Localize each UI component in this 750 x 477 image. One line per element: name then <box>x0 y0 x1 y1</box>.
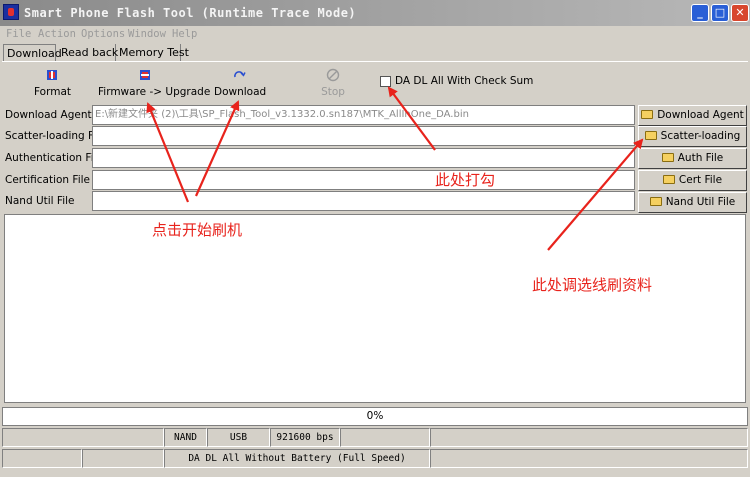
auth-file-button-label: Auth File <box>677 152 724 164</box>
format-button[interactable]: Format <box>34 68 72 98</box>
nand-util-label: Nand Util File <box>5 195 75 207</box>
flash-tool-window: Smart Phone Flash Tool (Runtime Trace Mo… <box>0 0 750 477</box>
menu-action[interactable]: Action <box>38 28 76 40</box>
annotation-click-to-flash: 点击开始刷机 <box>152 221 243 239</box>
folder-icon <box>644 131 657 140</box>
annotation-check-here: 此处打勾 <box>435 171 496 189</box>
format-icon <box>47 70 57 80</box>
minimize-button[interactable]: _ <box>691 4 709 22</box>
status-cell-empty <box>340 428 430 447</box>
scatter-file-input[interactable] <box>92 126 635 146</box>
checksum-label: DA DL All With Check Sum <box>395 75 534 87</box>
stop-label: Stop <box>321 86 345 98</box>
status-cell-empty <box>430 449 748 468</box>
status-mode: DA DL All Without Battery (Full Speed) <box>164 449 430 468</box>
status-connection: USB <box>207 428 270 447</box>
menu-options[interactable]: Options <box>81 28 125 40</box>
nand-util-button-label: Nand Util File <box>665 196 736 208</box>
close-button[interactable]: ✕ <box>731 4 749 22</box>
firmware-upgrade-label: Firmware -> Upgrade <box>98 86 211 98</box>
format-label: Format <box>34 86 72 98</box>
maximize-button[interactable]: □ <box>711 4 729 22</box>
download-agent-button-label: Download Agent <box>657 109 744 121</box>
status-baud: 921600 bps <box>270 428 340 447</box>
title-bar[interactable]: Smart Phone Flash Tool (Runtime Trace Mo… <box>0 0 750 26</box>
auth-file-button[interactable]: Auth File <box>638 148 747 169</box>
folder-icon <box>649 197 662 206</box>
scatter-loading-button-label: Scatter-loading <box>660 130 741 142</box>
download-label: Download <box>214 86 267 98</box>
download-button[interactable]: Download <box>214 68 267 98</box>
folder-icon <box>661 153 674 162</box>
window-title: Smart Phone Flash Tool (Runtime Trace Mo… <box>24 6 357 20</box>
status-cell-empty <box>82 449 164 468</box>
menu-file[interactable]: File <box>6 28 31 40</box>
folder-icon <box>662 175 675 184</box>
status-storage: NAND <box>164 428 207 447</box>
checksum-option[interactable]: DA DL All With Check Sum <box>380 75 533 87</box>
status-cell-empty <box>2 428 164 447</box>
menu-help[interactable]: Help <box>172 28 197 40</box>
nand-util-button[interactable]: Nand Util File <box>638 192 747 213</box>
tab-download[interactable]: Download <box>3 44 62 62</box>
folder-icon <box>641 110 654 119</box>
annotation-select-files: 此处调选线刷资料 <box>532 276 653 294</box>
progress-bar: 0% <box>2 407 748 426</box>
menu-bar: File Action Options Window Help <box>0 26 750 43</box>
cert-file-label: Certification File <box>5 174 90 186</box>
cert-file-button-label: Cert File <box>678 174 723 186</box>
download-agent-button[interactable]: Download Agent <box>638 105 747 126</box>
progress-text: 0% <box>366 410 384 422</box>
checksum-checkbox[interactable] <box>380 75 391 87</box>
menu-window[interactable]: Window <box>128 28 166 40</box>
download-icon <box>234 71 246 78</box>
tab-memory-test[interactable]: Memory Test <box>116 44 189 62</box>
tab-read-back[interactable]: Read back <box>58 44 118 62</box>
nand-util-input[interactable] <box>92 191 635 211</box>
auth-file-input[interactable] <box>92 148 635 168</box>
scatter-file-label: Scatter-loading File <box>5 130 106 142</box>
download-agent-input[interactable]: E:\新建文件夹 (2)\工具\SP_Flash_Tool_v3.1332.0.… <box>92 105 635 125</box>
scatter-loading-button[interactable]: Scatter-loading <box>638 126 747 147</box>
cert-file-button[interactable]: Cert File <box>638 170 747 191</box>
cert-file-input[interactable] <box>92 170 635 190</box>
log-area[interactable] <box>4 214 746 403</box>
app-icon <box>3 4 19 20</box>
stop-button[interactable]: Stop <box>318 68 348 98</box>
tab-divider <box>2 61 748 62</box>
firmware-upgrade-icon <box>140 70 150 80</box>
status-cell-empty <box>2 449 82 468</box>
download-agent-label: Download Agent <box>5 109 92 121</box>
stop-icon <box>326 68 340 82</box>
auth-file-label: Authentication File <box>5 152 103 164</box>
firmware-upgrade-button[interactable]: Firmware -> Upgrade <box>98 68 211 98</box>
status-cell-empty <box>430 428 748 447</box>
